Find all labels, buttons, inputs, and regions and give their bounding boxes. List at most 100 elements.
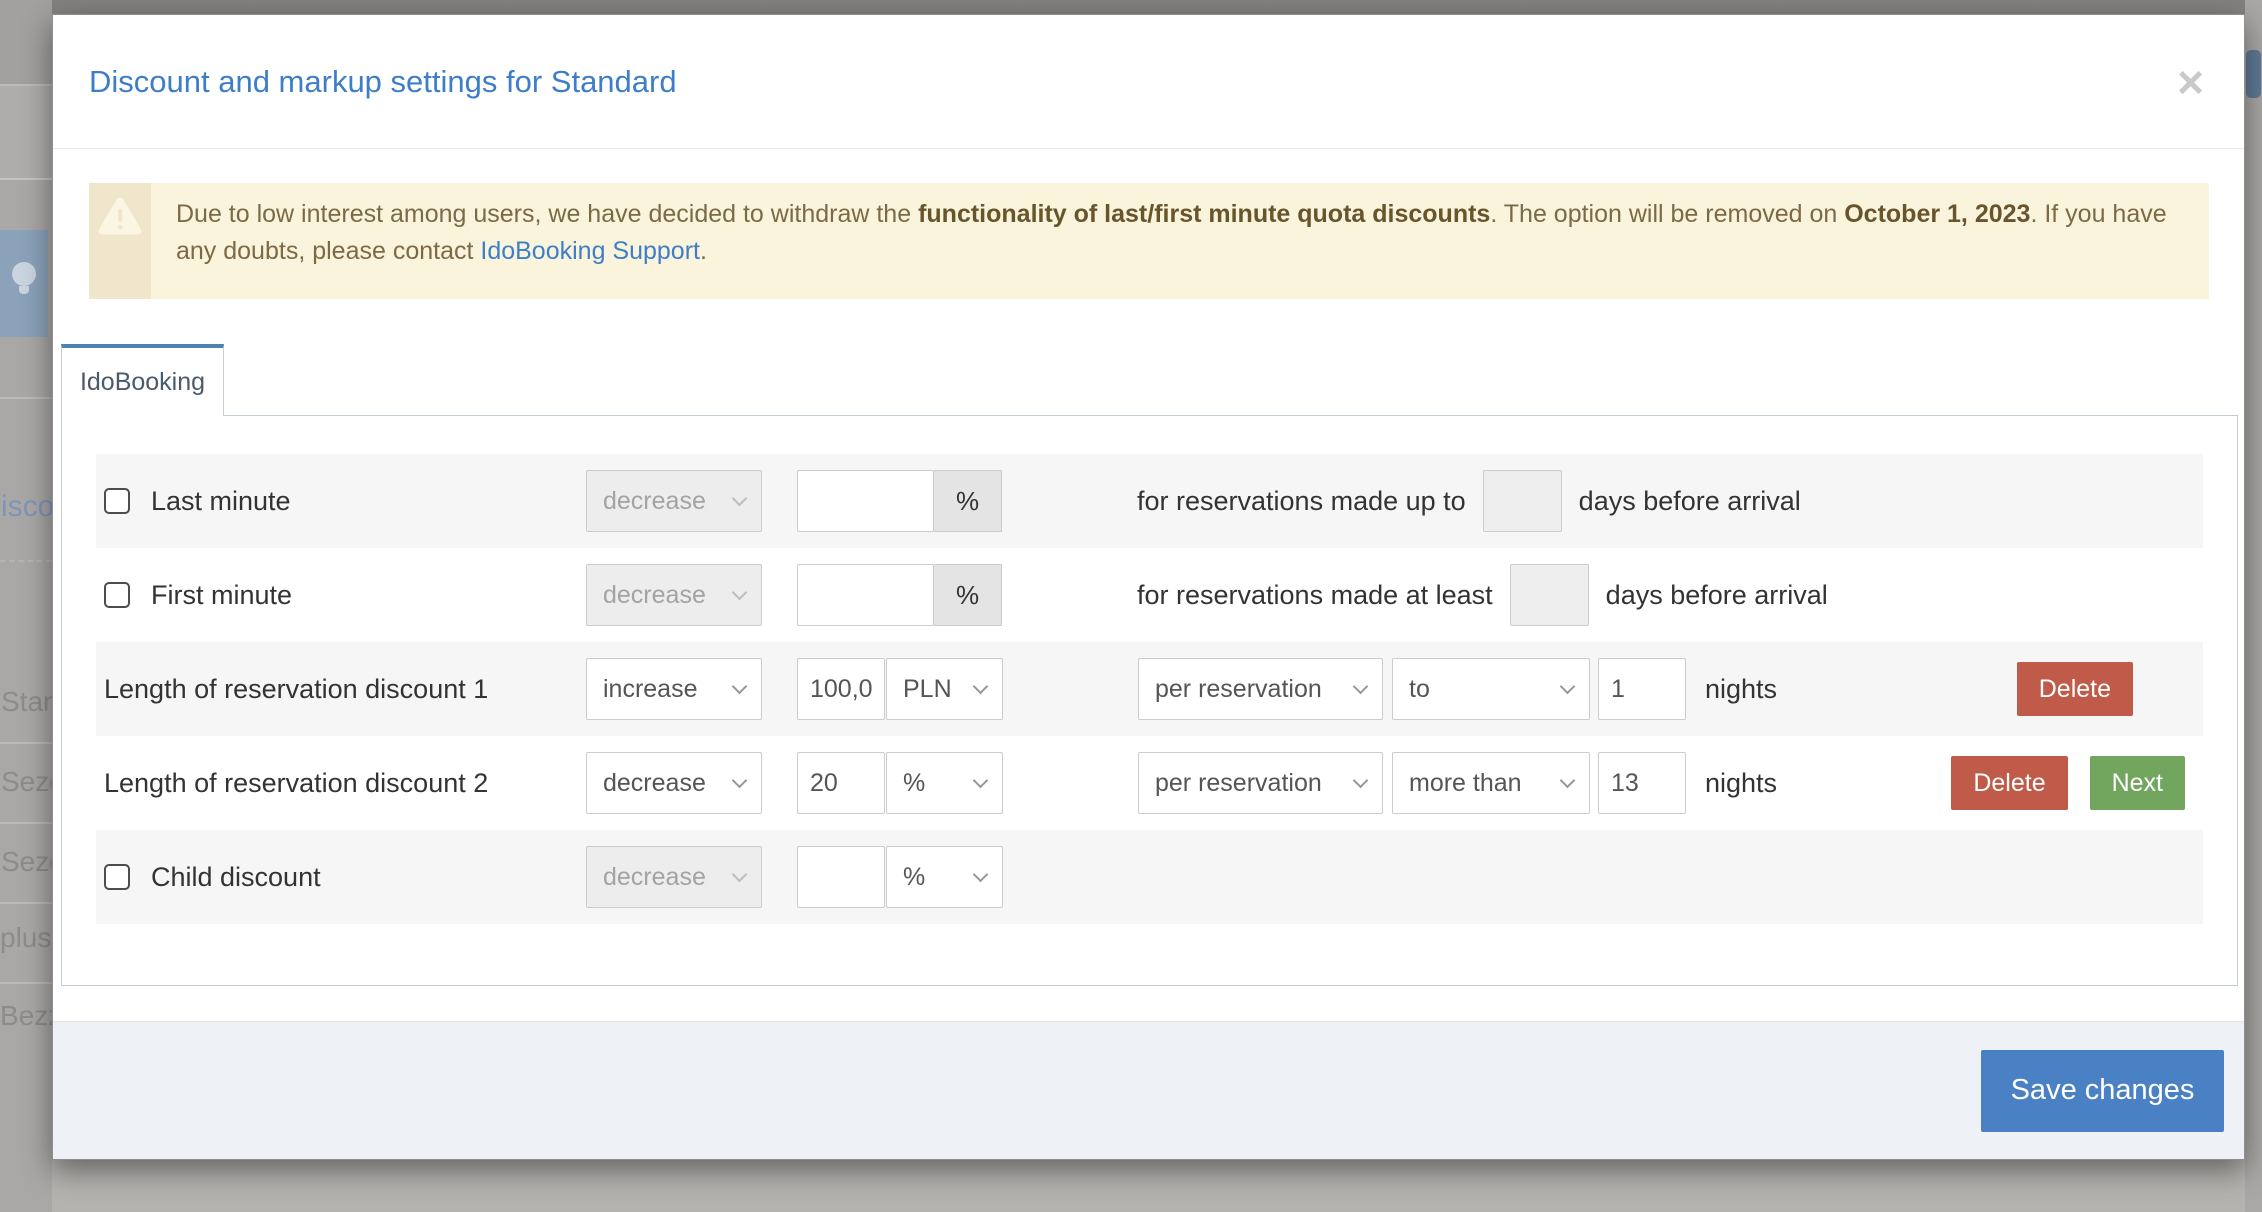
warning-message: Due to low interest among users, we have… xyxy=(151,183,2209,299)
length1-nights-input[interactable] xyxy=(1598,658,1686,720)
last-minute-condition: for reservations made up to days before … xyxy=(1137,470,1801,532)
last-minute-mode-select: decrease xyxy=(586,470,762,532)
warning-text: . The option will be removed on xyxy=(1490,200,1844,228)
length2-comparator-select[interactable]: more than xyxy=(1392,752,1590,814)
row-label: First minute xyxy=(151,580,292,611)
select-value: more than xyxy=(1409,769,1522,798)
warning-banner-strip xyxy=(89,183,151,299)
length1-comparator-select[interactable]: to xyxy=(1392,658,1590,720)
select-value: % xyxy=(903,769,925,798)
background-text-fragment: plus xyxy=(0,922,51,954)
close-icon[interactable]: × xyxy=(2177,59,2204,105)
child-value-input[interactable] xyxy=(797,846,885,908)
save-changes-button[interactable]: Save changes xyxy=(1981,1050,2224,1132)
length2-mode-select[interactable]: decrease xyxy=(586,752,762,814)
last-minute-checkbox[interactable] xyxy=(104,488,130,514)
row-label-group: Child discount xyxy=(104,862,576,893)
chevron-down-icon xyxy=(973,866,989,882)
row-length-discount-2: Length of reservation discount 2 decreas… xyxy=(96,736,2203,830)
nights-label: nights xyxy=(1705,768,1777,799)
chevron-down-icon xyxy=(1560,772,1576,788)
length2-value-group: % xyxy=(797,752,1003,814)
background-page-left: isco Stand Sezor Sezor plus Bezzw xyxy=(0,0,52,1212)
length2-delete-button[interactable]: Delete xyxy=(1951,756,2067,810)
warning-text: . xyxy=(700,237,707,265)
length1-condition: per reservation to nights xyxy=(1138,658,1777,720)
length2-actions: Delete Next xyxy=(1951,756,2185,810)
length1-amount-input[interactable] xyxy=(797,658,885,720)
length2-nights-input[interactable] xyxy=(1598,752,1686,814)
condition-text-before: for reservations made at least xyxy=(1137,580,1493,611)
first-minute-mode-select: decrease xyxy=(586,564,762,626)
length1-actions: Delete xyxy=(2017,662,2133,716)
last-minute-days-input xyxy=(1483,470,1562,532)
child-discount-checkbox[interactable] xyxy=(104,864,130,890)
first-minute-days-input xyxy=(1510,564,1589,626)
child-mode-select: decrease xyxy=(586,846,762,908)
background-divider xyxy=(0,982,52,984)
length2-scope-select[interactable]: per reservation xyxy=(1138,752,1383,814)
condition-text-after: days before arrival xyxy=(1606,580,1828,611)
select-value: to xyxy=(1409,675,1430,704)
row-label-group: Length of reservation discount 1 xyxy=(104,674,576,705)
background-divider xyxy=(0,822,52,824)
select-value: increase xyxy=(603,675,698,704)
chevron-down-icon xyxy=(732,866,748,882)
row-child-discount: Child discount decrease % xyxy=(96,830,2203,924)
length2-next-button[interactable]: Next xyxy=(2090,756,2185,810)
length1-delete-button[interactable]: Delete xyxy=(2017,662,2133,716)
row-label: Length of reservation discount 2 xyxy=(104,768,488,799)
modal-title: Discount and markup settings for Standar… xyxy=(89,64,677,100)
background-divider xyxy=(0,560,52,562)
row-length-discount-1: Length of reservation discount 1 increas… xyxy=(96,642,2203,736)
chevron-down-icon xyxy=(1353,678,1369,694)
first-minute-checkbox[interactable] xyxy=(104,582,130,608)
first-minute-value-input[interactable] xyxy=(797,564,934,626)
row-label-group: Last minute xyxy=(104,486,576,517)
first-minute-value-group: % xyxy=(797,564,1002,626)
select-value: % xyxy=(903,863,925,892)
last-minute-value-input[interactable] xyxy=(797,470,934,532)
background-divider xyxy=(0,742,52,744)
row-first-minute: First minute decrease % for reservations… xyxy=(96,548,2203,642)
condition-text-after: days before arrival xyxy=(1579,486,1801,517)
background-band xyxy=(0,0,52,84)
warning-banner: Due to low interest among users, we have… xyxy=(89,183,2209,299)
length1-mode-select[interactable]: increase xyxy=(586,658,762,720)
length2-unit-select[interactable]: % xyxy=(886,752,1003,814)
background-divider xyxy=(0,902,52,904)
background-page-right xyxy=(2245,0,2262,1212)
warning-text: Due to low interest among users, we have… xyxy=(176,200,918,228)
tab-idobooking[interactable]: IdoBooking xyxy=(61,344,224,416)
row-label: Length of reservation discount 1 xyxy=(104,674,488,705)
condition-text-before: for reservations made up to xyxy=(1137,486,1466,517)
background-divider xyxy=(0,397,52,399)
support-link[interactable]: IdoBooking Support xyxy=(480,237,700,265)
select-value: PLN xyxy=(903,675,952,704)
length2-amount-input[interactable] xyxy=(797,752,885,814)
select-value: decrease xyxy=(603,863,706,892)
percent-addon: % xyxy=(934,564,1002,626)
warning-icon xyxy=(98,196,142,236)
modal-footer: Save changes xyxy=(53,1021,2244,1159)
chevron-down-icon xyxy=(732,678,748,694)
length2-condition: per reservation more than nights xyxy=(1138,752,1777,814)
row-label-group: Length of reservation discount 2 xyxy=(104,768,576,799)
chevron-down-icon xyxy=(1353,772,1369,788)
discount-settings-modal: Discount and markup settings for Standar… xyxy=(52,14,2245,1160)
last-minute-value-group: % xyxy=(797,470,1002,532)
background-divider xyxy=(0,178,52,180)
background-band xyxy=(0,86,52,178)
length1-scope-select[interactable]: per reservation xyxy=(1138,658,1383,720)
select-value: decrease xyxy=(603,581,706,610)
warning-bold-feature: functionality of last/first minute quota… xyxy=(918,200,1490,228)
select-value: per reservation xyxy=(1155,675,1322,704)
length1-currency-select[interactable]: PLN xyxy=(886,658,1003,720)
warning-bold-date: October 1, 2023 xyxy=(1844,200,2030,228)
scrollbar-thumb[interactable] xyxy=(2246,50,2261,98)
modal-header: Discount and markup settings for Standar… xyxy=(53,15,2244,149)
row-label-group: First minute xyxy=(104,580,576,611)
chevron-down-icon xyxy=(732,584,748,600)
child-unit-select[interactable]: % xyxy=(886,846,1003,908)
chevron-down-icon xyxy=(732,490,748,506)
